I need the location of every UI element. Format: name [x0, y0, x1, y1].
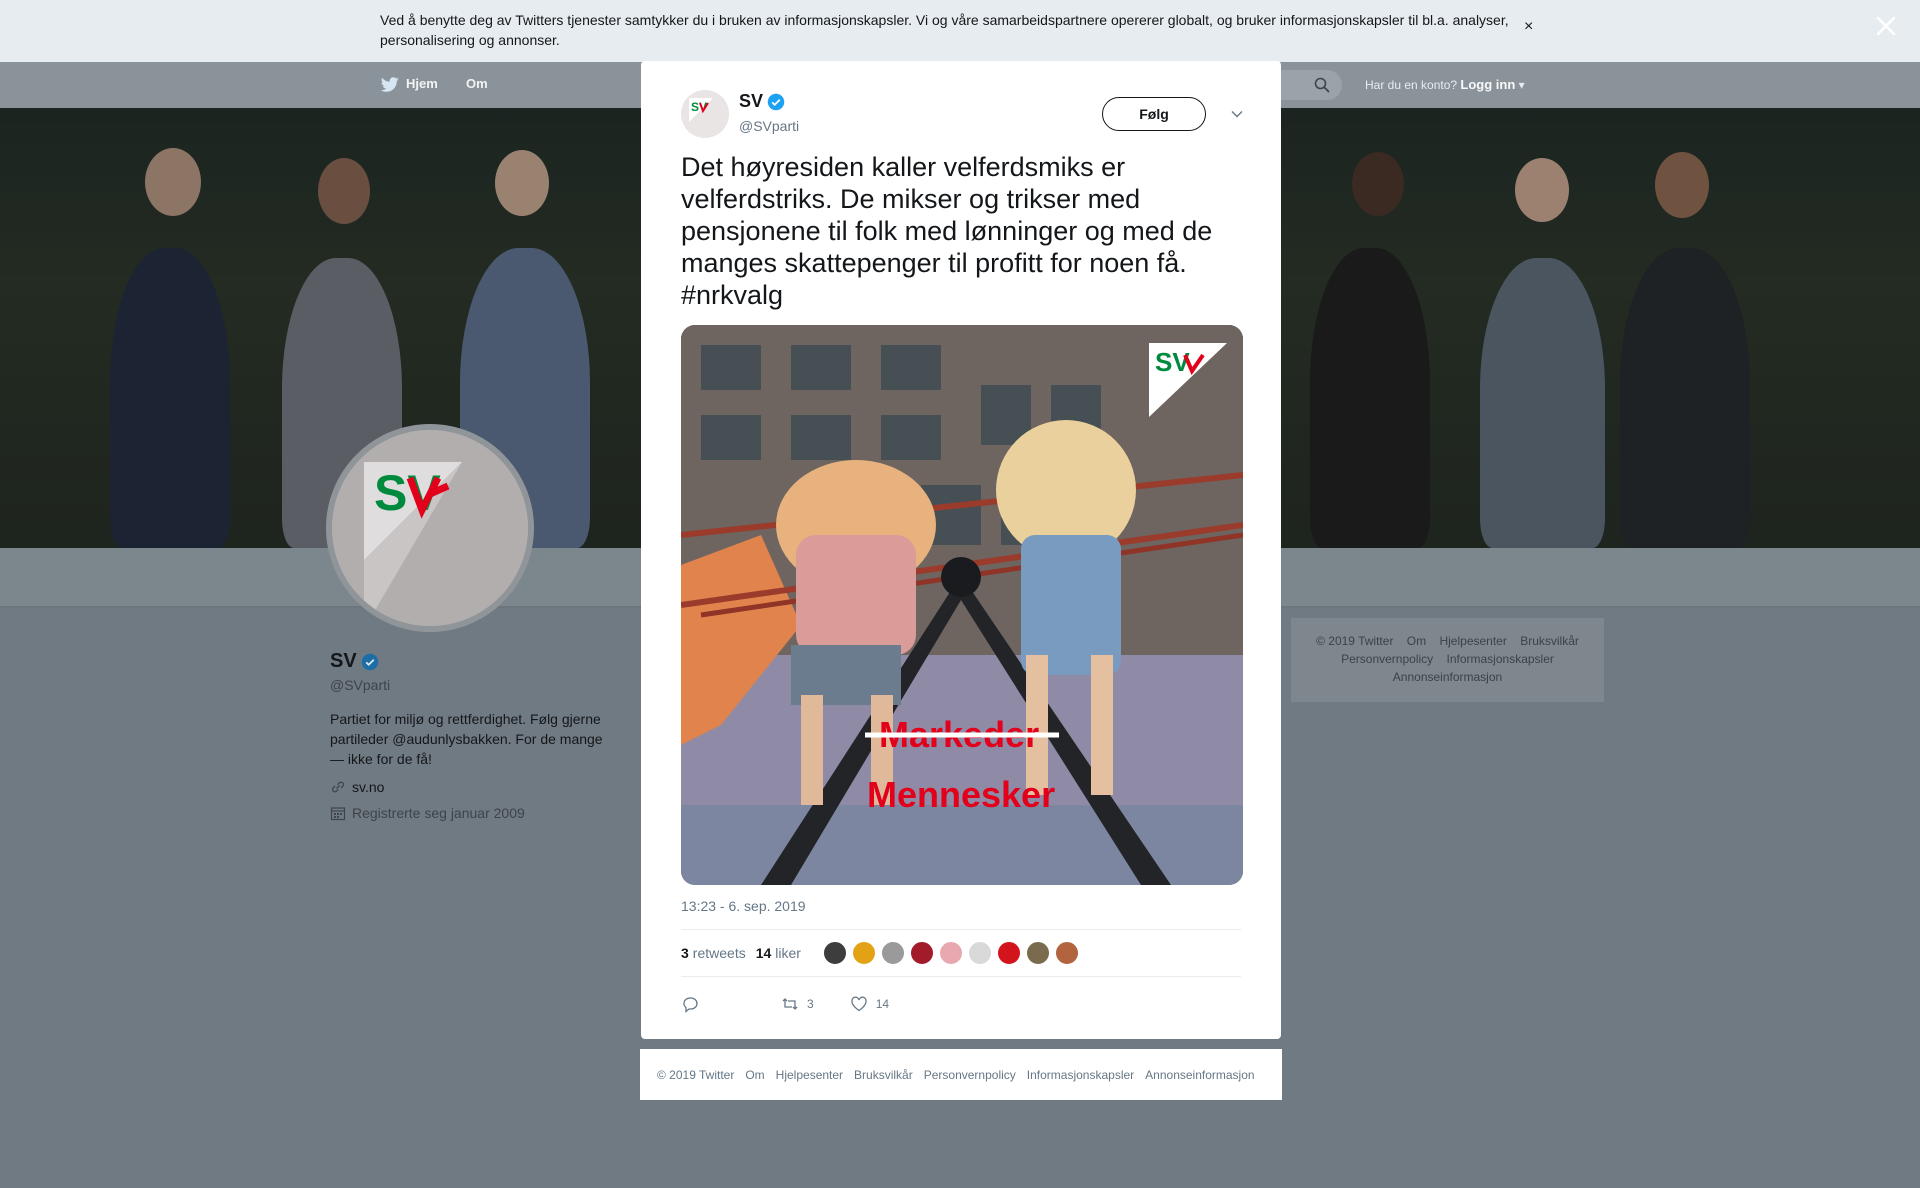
liker-avatar[interactable]: [1025, 941, 1050, 965]
like-action-count: 14: [875, 997, 890, 1011]
verified-badge-icon: [767, 93, 785, 110]
sv-logo-icon: SV: [681, 90, 729, 138]
retweet-icon: [782, 998, 798, 1010]
footer-cookies-link[interactable]: Informasjonskapsler: [1027, 1068, 1134, 1082]
nav-home[interactable]: Hjem: [406, 76, 438, 91]
side-footer-privacy-link[interactable]: Personvernpolicy: [1341, 652, 1433, 666]
header-person-head: [318, 158, 370, 224]
liker-avatar[interactable]: [822, 941, 847, 965]
nav-about[interactable]: Om: [466, 76, 488, 91]
link-icon: [332, 781, 344, 793]
modal-footer: © 2019 Twitter Om Hjelpesenter Bruksvilk…: [640, 1049, 1282, 1100]
retweet-action-count: 3: [807, 997, 814, 1011]
profile-name[interactable]: SV: [330, 650, 357, 673]
reply-icon: [683, 997, 698, 1013]
header-person-head: [145, 148, 201, 216]
tweet-timestamp[interactable]: 13:23 - 6. sep. 2019: [681, 898, 806, 914]
profile-joined-row: Registrerte seg januar 2009: [330, 805, 610, 821]
image-logo-text: SV: [1155, 347, 1190, 377]
tweet-author-handle[interactable]: @SVparti: [739, 118, 799, 134]
liker-avatar[interactable]: [938, 941, 963, 965]
profile-card: SV @SVparti Partiet for miljø og rettfer…: [330, 650, 610, 821]
tweet-image[interactable]: SV Markeder Mennesker: [681, 325, 1243, 885]
side-footer-help-link[interactable]: Hjelpesenter: [1439, 634, 1506, 648]
twitter-bird-icon[interactable]: [380, 77, 400, 93]
tweet-stats: 3 retweets 14 liker: [681, 929, 1241, 977]
header-person: [1480, 258, 1605, 548]
tweet-text: Det høyresiden kaller velferdsmiks er ve…: [681, 152, 1213, 310]
liker-avatar[interactable]: [909, 941, 934, 965]
tweet-author-name-row: SV: [739, 91, 785, 112]
like-stat-count: 14: [755, 945, 772, 961]
profile-handle[interactable]: @SVparti: [330, 677, 610, 693]
profile-avatar[interactable]: SV: [326, 424, 534, 632]
liker-avatar[interactable]: [967, 941, 992, 965]
heart-icon: [851, 996, 867, 1012]
profile-website-row: sv.no: [330, 779, 610, 795]
tweet-image-illustration: SV Markeder Mennesker: [681, 325, 1243, 885]
footer-ads-link[interactable]: Annonseinformasjon: [1145, 1068, 1254, 1082]
chevron-down-icon[interactable]: [1230, 107, 1244, 121]
close-icon[interactable]: [1874, 14, 1898, 38]
like-stat-label: liker: [775, 945, 801, 961]
header-person-head: [1352, 152, 1404, 216]
header-person-head: [495, 150, 549, 216]
retweet-stat-count: 3: [681, 945, 689, 961]
cookie-message: Ved å benytte deg av Twitters tjenester …: [380, 12, 1509, 48]
side-footer-terms-link[interactable]: Bruksvilkår: [1520, 634, 1579, 648]
liker-avatar[interactable]: [996, 941, 1021, 965]
side-footer-cookies-link[interactable]: Informasjonskapsler: [1447, 652, 1554, 666]
tweet-author-avatar[interactable]: SV: [681, 90, 729, 138]
retweet-stat[interactable]: 3 retweets: [681, 945, 746, 961]
cookie-close-button[interactable]: ×: [1524, 18, 1533, 36]
liker-avatar[interactable]: [880, 941, 905, 965]
follow-button[interactable]: Følg: [1102, 97, 1206, 131]
liker-avatar[interactable]: [851, 941, 876, 965]
side-footer-copyright: © 2019 Twitter: [1316, 634, 1394, 648]
side-footer-about-link[interactable]: Om: [1407, 634, 1426, 648]
likers-avatars: [822, 941, 1079, 965]
retweet-button[interactable]: 3: [781, 995, 814, 1013]
profile-name-row: SV: [330, 650, 610, 673]
footer-copyright: © 2019 Twitter: [657, 1067, 735, 1082]
header-person: [110, 248, 230, 548]
footer-terms-link[interactable]: Bruksvilkår: [854, 1068, 913, 1082]
retweet-stat-label: retweets: [692, 945, 746, 961]
header-person-head: [1515, 158, 1569, 222]
cookie-banner: Ved å benytte deg av Twitters tjenester …: [0, 0, 1920, 62]
sv-logo-icon: SV: [332, 430, 528, 626]
tweet-author-name[interactable]: SV: [739, 91, 763, 112]
like-button[interactable]: 14: [850, 995, 889, 1013]
account-prompt: Har du en konto?: [1365, 78, 1458, 92]
footer-about-link[interactable]: Om: [745, 1068, 764, 1082]
login-caret-icon[interactable]: ▾: [1519, 78, 1525, 92]
reply-button[interactable]: [681, 995, 699, 1013]
tweet-modal: SV SV @SVparti Følg Det høyresiden kalle…: [641, 61, 1281, 1039]
calendar-icon: [330, 807, 346, 821]
header-person-head: [1655, 152, 1709, 218]
header-person: [1310, 248, 1430, 548]
login-link[interactable]: Logg inn: [1460, 77, 1515, 92]
footer-help-link[interactable]: Hjelpesenter: [776, 1068, 843, 1082]
search-icon[interactable]: [1314, 77, 1330, 93]
profile-bio: Partiet for miljø og rettferdighet. Følg…: [330, 711, 603, 767]
verified-badge-icon: [361, 653, 378, 670]
tweet-actions: 3 14: [681, 989, 1241, 1019]
side-footer-ads-link[interactable]: Annonseinformasjon: [1393, 670, 1502, 684]
liker-avatar[interactable]: [1054, 941, 1079, 965]
footer-privacy-link[interactable]: Personvernpolicy: [924, 1068, 1016, 1082]
account-area: Har du en konto? Logg inn ▾: [1365, 77, 1525, 92]
profile-joined: Registrerte seg januar 2009: [352, 805, 525, 821]
image-main-text: Mennesker: [867, 774, 1055, 815]
like-stat[interactable]: 14 liker: [756, 945, 801, 961]
header-person: [1620, 248, 1750, 548]
profile-website[interactable]: sv.no: [352, 779, 384, 795]
side-footer-card: © 2019 Twitter Om Hjelpesenter Bruksvilk…: [1291, 618, 1604, 702]
